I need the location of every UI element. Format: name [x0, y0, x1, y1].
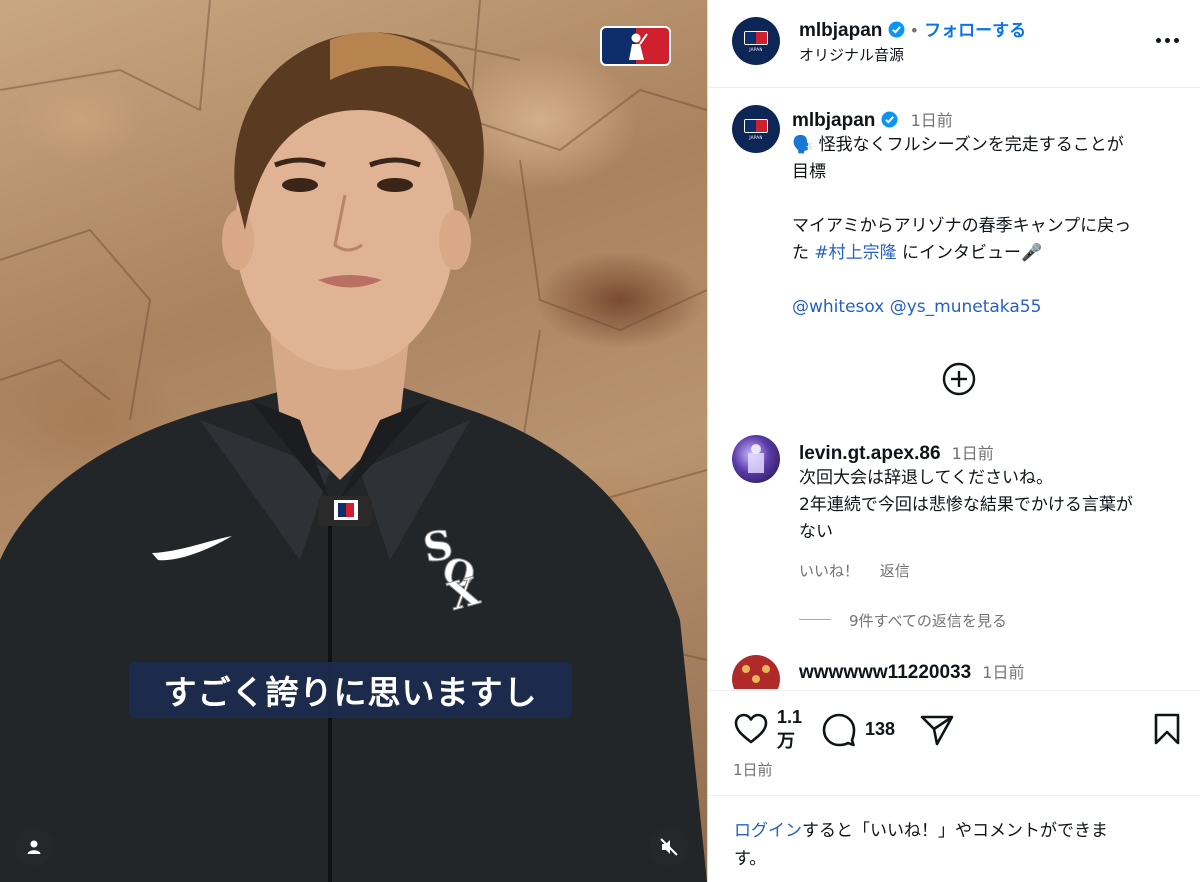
caption-author-avatar[interactable]: JAPAN — [732, 105, 780, 153]
video-frame: S O X — [0, 0, 707, 882]
avatar-japan-text: JAPAN — [749, 134, 763, 140]
verified-badge-icon — [888, 21, 904, 38]
login-text: す。 — [734, 849, 767, 869]
comment-username[interactable]: wwwwww11220033 — [799, 662, 971, 683]
comment-line: ない — [799, 522, 833, 542]
more-options-button[interactable] — [1156, 38, 1179, 43]
comment-time[interactable]: 1日前 — [982, 663, 1024, 682]
person-icon — [27, 840, 41, 854]
view-replies-button[interactable]: 9件すべての返信を見る — [849, 610, 1007, 631]
follow-button[interactable]: フォローする — [924, 21, 1026, 41]
separator-dot: • — [909, 21, 920, 40]
post-sidebar: JAPAN mlbjapan • フォローする オリジナル音源 JAPAN ml… — [707, 0, 1200, 882]
like-heart-icon[interactable] — [734, 713, 768, 745]
comment-text: 次回大会は辞退してくださいね。 2年連続で今回は悲惨な結果でかける言葉が ない — [799, 465, 1199, 546]
divider — [708, 795, 1200, 796]
comment-count[interactable]: 138 — [865, 719, 895, 740]
caption-line: マイアミからアリゾナの春季キャンプに戻っ — [792, 216, 1132, 236]
more-dot-icon — [1156, 38, 1161, 43]
more-dot-icon — [1165, 38, 1170, 43]
batter-silhouette-icon — [629, 33, 648, 60]
comment-username[interactable]: levin.gt.apex.86 — [799, 443, 941, 464]
author-avatar[interactable]: JAPAN — [732, 17, 780, 65]
comment-reply-button[interactable]: 返信 — [880, 562, 910, 580]
caption-time[interactable]: 1日前 — [911, 111, 953, 130]
share-send-icon[interactable] — [920, 714, 954, 746]
caption-text-span: た — [792, 243, 815, 263]
caption-text-span: にインタビュー🎤 — [896, 243, 1043, 263]
save-bookmark-icon[interactable] — [1153, 713, 1181, 745]
mlb-mini-logo — [744, 30, 768, 45]
load-more-comments-icon[interactable] — [941, 361, 977, 397]
mention-link[interactable]: @whitesox — [792, 297, 884, 317]
login-link[interactable]: ログイン — [734, 821, 802, 841]
like-count-value: 1.1 — [777, 707, 803, 727]
mlb-mini-logo — [744, 118, 768, 133]
login-prompt: ログインすると「いいね！」やコメントができま す。 — [734, 817, 1174, 873]
post-header: JAPAN mlbjapan • フォローする オリジナル音源 — [708, 0, 1200, 88]
comment-like-button[interactable]: いいね！ — [799, 562, 859, 580]
comment-bubble-icon[interactable] — [822, 713, 856, 747]
avatar-image — [748, 444, 764, 473]
audio-label[interactable]: オリジナル音源 — [799, 44, 904, 65]
video-subtitle: すごく誇りに思いますし — [129, 662, 572, 718]
commenter-avatar[interactable] — [732, 655, 780, 689]
video-player[interactable]: S O X すごく誇りに思いますし — [0, 0, 707, 882]
comment-line: 2年連続で今回は悲惨な結果でかける言葉が — [799, 495, 1133, 515]
comment-line: 次回大会は辞退してくださいね。 — [799, 468, 1053, 488]
caption-text: 🗣️ 怪我なくフルシーズンを完走することが 目標 マイアミからアリゾナの春季キャ… — [792, 132, 1192, 321]
action-section: 1.1 万 138 1日前 ログインすると「いいね！」やコメントができま す。 — [708, 690, 1200, 882]
comments-area[interactable]: JAPAN mlbjapan 1日前 🗣️ 怪我なくフルシーズンを完走することが… — [708, 89, 1200, 689]
commenter-avatar[interactable] — [732, 435, 780, 483]
verified-badge-icon — [881, 111, 897, 128]
caption-username[interactable]: mlbjapan — [792, 110, 875, 131]
like-count[interactable]: 1.1 万 — [777, 705, 802, 753]
hashtag-link[interactable]: #村上宗隆 — [814, 243, 896, 263]
avatar-image — [742, 665, 770, 683]
tagged-user-button[interactable] — [15, 828, 53, 866]
like-count-unit: 万 — [777, 731, 795, 751]
post-date[interactable]: 1日前 — [733, 759, 773, 780]
avatar-japan-text: JAPAN — [749, 46, 763, 52]
author-username[interactable]: mlbjapan — [799, 20, 882, 41]
mention-link[interactable]: @ys_munetaka55 — [890, 297, 1042, 317]
caption-line: 🗣️ 怪我なくフルシーズンを完走することが — [792, 135, 1124, 155]
login-text: すると「いいね！」やコメントができま — [802, 821, 1108, 841]
mute-button[interactable] — [650, 828, 688, 866]
more-dot-icon — [1174, 38, 1179, 43]
mlb-logo — [600, 26, 671, 66]
comment-time[interactable]: 1日前 — [952, 444, 994, 463]
caption-line: 目標 — [792, 162, 826, 182]
replies-divider — [799, 619, 831, 620]
speaker-muted-icon — [660, 838, 678, 856]
